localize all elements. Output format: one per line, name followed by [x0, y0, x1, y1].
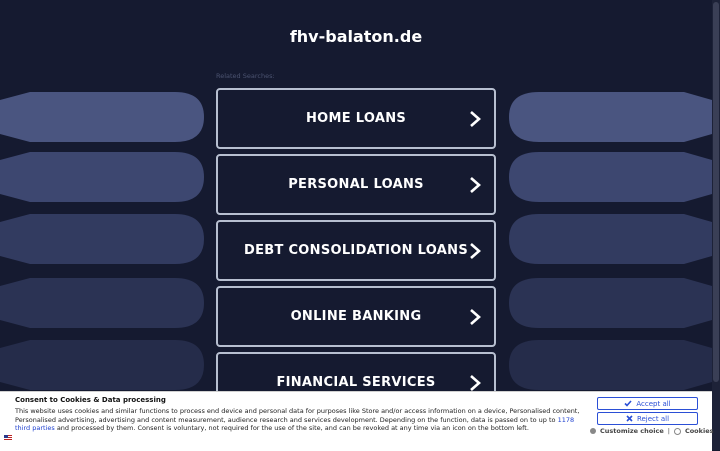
chevron-right-icon: [470, 242, 481, 259]
cookies-link[interactable]: Cookies: [685, 427, 714, 435]
chevron-right-icon: [470, 176, 481, 193]
consent-title: Consent to Cookies & Data processing: [15, 396, 166, 404]
consent-text-part1: This website uses cookies and similar fu…: [15, 407, 580, 424]
check-icon: [624, 400, 632, 407]
related-link-home-loans[interactable]: HOME LOANS: [216, 88, 496, 149]
consent-text-part2: and processed by them. Consent is volunt…: [54, 424, 529, 433]
close-icon: [626, 415, 633, 422]
related-searches-label: Related Searches:: [216, 72, 275, 80]
reject-all-button[interactable]: Reject all: [597, 412, 698, 425]
chevron-right-icon: [470, 308, 481, 325]
related-link-personal-loans[interactable]: PERSONAL LOANS: [216, 154, 496, 215]
related-link-debt-consolidation-loans[interactable]: DEBT CONSOLIDATION LOANS: [216, 220, 496, 281]
link-label: HOME LOANS: [305, 111, 407, 126]
link-label: PERSONAL LOANS: [288, 177, 424, 192]
consent-bottom-links: Customize choice | Cookies: [590, 427, 713, 435]
cookie-icon: [673, 427, 681, 435]
link-label: ONLINE BANKING: [290, 309, 422, 324]
link-label: FINANCIAL SERVICES: [276, 375, 436, 390]
related-link-online-banking[interactable]: ONLINE BANKING: [216, 286, 496, 347]
customize-choice-link[interactable]: Customize choice: [600, 427, 664, 435]
scrollbar[interactable]: [712, 0, 720, 450]
accept-all-label: Accept all: [636, 399, 671, 408]
gear-icon: [590, 428, 596, 434]
link-label: DEBT CONSOLIDATION LOANS: [243, 243, 468, 258]
chevron-right-icon: [470, 110, 481, 127]
reject-all-label: Reject all: [636, 414, 670, 423]
chevron-right-icon: [470, 374, 481, 391]
site-title: fhv-balaton.de: [289, 27, 423, 46]
consent-text: This website uses cookies and similar fu…: [15, 407, 585, 433]
us-flag-icon[interactable]: [4, 435, 12, 441]
decorative-shapes-left: [0, 92, 204, 390]
separator: |: [667, 427, 670, 435]
decorative-shapes-right: [509, 92, 712, 390]
scrollbar-thumb[interactable]: [713, 2, 719, 382]
accept-all-button[interactable]: Accept all: [597, 397, 698, 410]
